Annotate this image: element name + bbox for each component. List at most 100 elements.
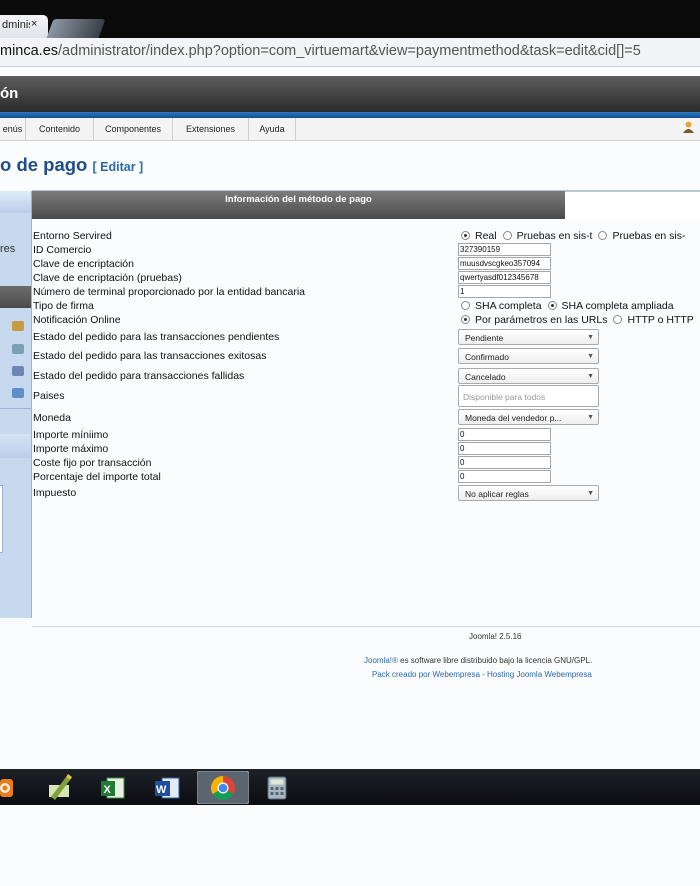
impuesto-select[interactable]: No aplicar reglas ▼: [458, 485, 599, 501]
user-icon[interactable]: [683, 121, 694, 133]
importe-max-input[interactable]: 0: [458, 442, 551, 455]
radio-parametros-urls-label: Por parámetros en las URLs: [475, 314, 608, 326]
word-app-icon[interactable]: W: [153, 771, 181, 804]
url-host: minca.es: [0, 43, 59, 59]
radio-real[interactable]: [461, 230, 470, 240]
joomla-link[interactable]: Joomla!®: [364, 656, 398, 665]
sidebar-document-icon[interactable]: [12, 388, 24, 398]
radio-sha-completa[interactable]: [461, 300, 470, 310]
paises-multiselect[interactable]: Disponible para todos: [458, 385, 599, 407]
new-tab-button[interactable]: [46, 19, 106, 38]
tipo-firma-label: Tipo de firma: [33, 300, 94, 312]
clave-label: Clave de encriptación: [33, 258, 134, 270]
porcentaje-input[interactable]: 0: [458, 470, 551, 483]
coste-label: Coste fijo por transacción: [33, 457, 152, 469]
radio-sha-completa-label: SHA completa: [475, 300, 542, 312]
notificacion-label: Notificación Online: [33, 314, 121, 326]
id-comercio-label: ID Comercio: [33, 244, 92, 256]
footer-divider: [32, 626, 700, 627]
exitosas-value: Confirmado: [465, 352, 509, 362]
importe-max-label: Importe máximo: [33, 443, 109, 455]
radio-pruebas[interactable]: [598, 230, 608, 240]
radio-sha-ampliada[interactable]: [547, 300, 557, 310]
sidebar-header: [0, 191, 31, 213]
exitosas-select[interactable]: Confirmado ▼: [458, 348, 599, 364]
calculator-app-icon[interactable]: [266, 771, 288, 804]
tab-title: dministr: [2, 19, 30, 31]
footer-license: Joomla!® es software libre distribuido b…: [364, 656, 592, 665]
coste-input[interactable]: 0: [458, 456, 551, 469]
admin-header: [0, 76, 700, 112]
media-player-icon[interactable]: [0, 771, 16, 804]
entorno-label: Entorno Servired: [33, 230, 112, 242]
excel-app-icon[interactable]: X: [99, 771, 127, 804]
sidebar-folder-icon[interactable]: [12, 321, 24, 331]
id-comercio-input[interactable]: 327390159: [458, 243, 551, 256]
sidebar-list-icon[interactable]: [12, 366, 24, 376]
chevron-down-icon: ▼: [587, 490, 594, 497]
fallidas-label: Estado del pedido para transacciones fal…: [33, 370, 245, 382]
chevron-down-icon: ▼: [587, 353, 594, 360]
clave-pruebas-input[interactable]: qwertyasdf012345678: [458, 271, 551, 284]
footer-pack-link[interactable]: Pack creado por Webempresa - Hosting Joo…: [372, 670, 592, 679]
radio-pruebas-label: Pruebas en sis-: [612, 230, 686, 242]
menu-item-contenido[interactable]: Contenido: [26, 118, 94, 140]
pendiente-select[interactable]: Pendiente ▼: [458, 329, 599, 345]
sidebar-band: [0, 434, 31, 458]
clave-pruebas-label: Clave de encriptación (pruebas): [33, 272, 182, 284]
radio-http-label: HTTP o HTTP: [627, 314, 694, 326]
radio-sha-ampliada-label: SHA completa ampliada: [561, 300, 674, 312]
radio-parametros-urls[interactable]: [461, 314, 470, 324]
tab-close-icon[interactable]: ×: [31, 18, 37, 30]
blank-area: [0, 805, 700, 886]
radio-http[interactable]: [613, 314, 623, 324]
footer-license-text: es software libre distribuido bajo la li…: [397, 656, 593, 665]
impuesto-label: Impuesto: [33, 487, 77, 499]
terminal-input[interactable]: 1: [458, 285, 551, 298]
exitosas-label: Estado del pedido para las transacciones…: [33, 350, 267, 362]
entorno-radio-group: Real Pruebas en sis-t Pruebas en sis-: [461, 230, 691, 242]
pendiente-value: Pendiente: [465, 333, 504, 343]
svg-text:X: X: [104, 784, 112, 796]
chevron-down-icon: ▼: [587, 334, 594, 341]
pendiente-label: Estado del pedido para las transacciones…: [33, 331, 280, 343]
radio-real-label: Real: [475, 230, 497, 242]
tipo-firma-radio-group: SHA completa SHA completa ampliada: [461, 300, 680, 312]
importe-min-label: Importe míniimo: [33, 429, 109, 441]
menu-item-extensiones[interactable]: Extensiones: [173, 118, 249, 140]
url-text[interactable]: minca.es/administrator/index.php?option=…: [0, 43, 641, 59]
menu-item-ayuda[interactable]: Ayuda: [249, 118, 296, 140]
menu-item-componentes[interactable]: Componentes: [94, 118, 173, 140]
page-title: o de pago [ Editar ]: [0, 154, 143, 176]
url-path: /administrator/index.php?option=com_virt…: [58, 43, 641, 59]
admin-menu-bar: enús Contenido Componentes Extensiones A…: [0, 118, 700, 141]
sidebar: [0, 191, 32, 618]
sidebar-divider: [0, 408, 31, 409]
chrome-app-icon[interactable]: [197, 771, 249, 804]
sidebar-card: [0, 485, 3, 553]
sidebar-item-label[interactable]: res: [0, 243, 15, 255]
radio-pruebas-t[interactable]: [502, 230, 512, 240]
footer-version: Joomla! 2.5.16: [469, 632, 522, 641]
browser-tab-strip: [0, 0, 700, 38]
svg-text:W: W: [156, 784, 167, 796]
clave-input[interactable]: muusdvscgkeo357094: [458, 257, 551, 270]
fallidas-select[interactable]: Cancelado ▼: [458, 368, 599, 384]
menu-item-menus[interactable]: enús: [0, 118, 26, 140]
notificacion-radio-group: Por parámetros en las URLs HTTP o HTTP: [461, 314, 700, 326]
page-subtitle: [ Editar ]: [92, 160, 144, 174]
moneda-value: Moneda del vendedor p...: [465, 413, 562, 423]
moneda-label: Moneda: [33, 412, 71, 424]
sidebar-config-icon[interactable]: [12, 344, 24, 354]
impuesto-value: No aplicar reglas: [465, 489, 529, 499]
moneda-select[interactable]: Moneda del vendedor p... ▼: [458, 409, 599, 425]
chevron-down-icon: ▼: [587, 414, 594, 421]
browser-tab[interactable]: dministr ×: [0, 15, 48, 38]
terminal-label: Número de terminal proporcionado por la …: [33, 286, 305, 298]
importe-min-input[interactable]: 0: [458, 428, 551, 441]
admin-site-title: ón: [0, 85, 19, 102]
pen-app-icon[interactable]: [46, 771, 74, 804]
sidebar-section-header: [0, 286, 31, 308]
radio-pruebas-t-label: Pruebas en sis-t: [516, 230, 593, 242]
paises-label: Paises: [33, 390, 65, 402]
